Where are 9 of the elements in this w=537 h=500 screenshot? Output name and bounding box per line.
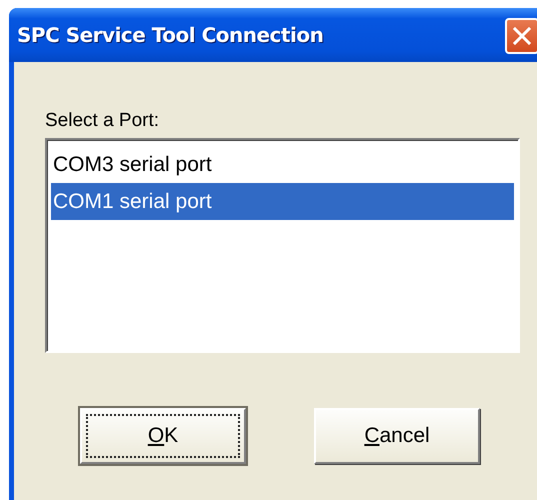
window-title: SPC Service Tool Connection bbox=[17, 23, 324, 47]
port-list[interactable]: COM3 serial port COM1 serial port bbox=[45, 138, 520, 353]
cancel-button[interactable]: Cancel bbox=[314, 408, 480, 464]
close-icon bbox=[512, 26, 532, 46]
port-list-item[interactable]: COM3 serial port bbox=[51, 146, 514, 183]
ok-button[interactable]: OK bbox=[80, 408, 246, 464]
port-list-item[interactable]: COM1 serial port bbox=[51, 183, 514, 220]
port-list-label: Select a Port: bbox=[45, 110, 160, 132]
close-button[interactable] bbox=[505, 18, 537, 54]
